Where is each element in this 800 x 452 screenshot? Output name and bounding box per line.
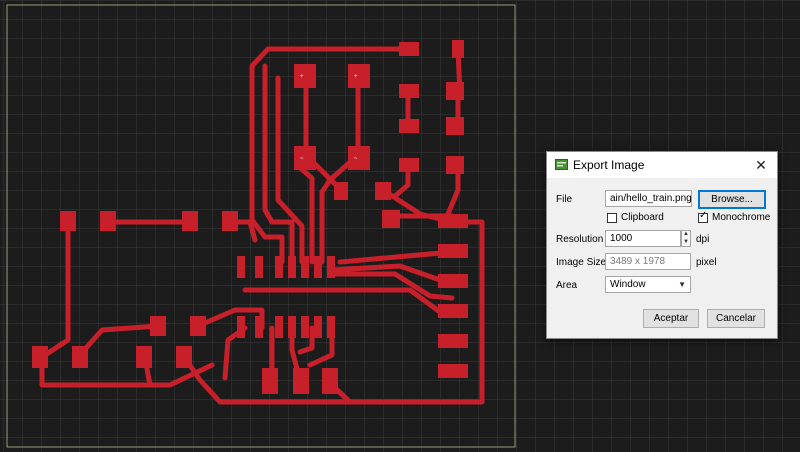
resolution-label: Resolution bbox=[556, 234, 604, 245]
svg-text:~: ~ bbox=[354, 156, 358, 162]
browse-button[interactable]: Browse... bbox=[698, 190, 766, 209]
close-icon[interactable]: ✕ bbox=[751, 155, 771, 175]
resolution-spinner[interactable]: ▲ ▼ bbox=[681, 230, 691, 247]
svg-text:~: ~ bbox=[300, 156, 304, 162]
area-select-value: Window bbox=[610, 279, 646, 290]
image-size-label: Image Size bbox=[556, 257, 607, 268]
spin-up-icon[interactable]: ▲ bbox=[682, 231, 690, 237]
image-size-unit: pixel bbox=[696, 257, 717, 268]
resolution-unit: dpi bbox=[696, 234, 710, 245]
file-path-input[interactable]: ain/hello_train.png bbox=[605, 190, 692, 207]
dialog-titlebar[interactable]: Export Image ✕ bbox=[547, 152, 777, 178]
dialog-title: Export Image bbox=[573, 158, 645, 172]
svg-text:+: + bbox=[354, 74, 358, 80]
spin-down-icon[interactable]: ▼ bbox=[682, 239, 690, 245]
accept-button[interactable]: Aceptar bbox=[643, 309, 699, 328]
monochrome-checkbox[interactable]: ✓ bbox=[698, 210, 708, 223]
export-image-dialog: Export Image ✕ File ain/hello_train.png … bbox=[546, 151, 778, 339]
resolution-input[interactable]: 1000 bbox=[605, 230, 681, 247]
svg-text:+: + bbox=[300, 74, 304, 80]
checkmark-icon: ✓ bbox=[699, 210, 708, 221]
export-image-icon bbox=[555, 159, 568, 170]
clipboard-checkbox[interactable] bbox=[607, 213, 617, 223]
chevron-down-icon: ▼ bbox=[678, 280, 686, 289]
clipboard-label: Clipboard bbox=[621, 212, 664, 223]
file-label: File bbox=[556, 194, 573, 205]
image-size-field: 3489 x 1978 bbox=[605, 253, 691, 270]
area-label: Area bbox=[556, 280, 578, 291]
area-select[interactable]: Window ▼ bbox=[605, 276, 691, 293]
cancel-button[interactable]: Cancelar bbox=[707, 309, 765, 328]
monochrome-label: Monochrome bbox=[712, 212, 771, 223]
